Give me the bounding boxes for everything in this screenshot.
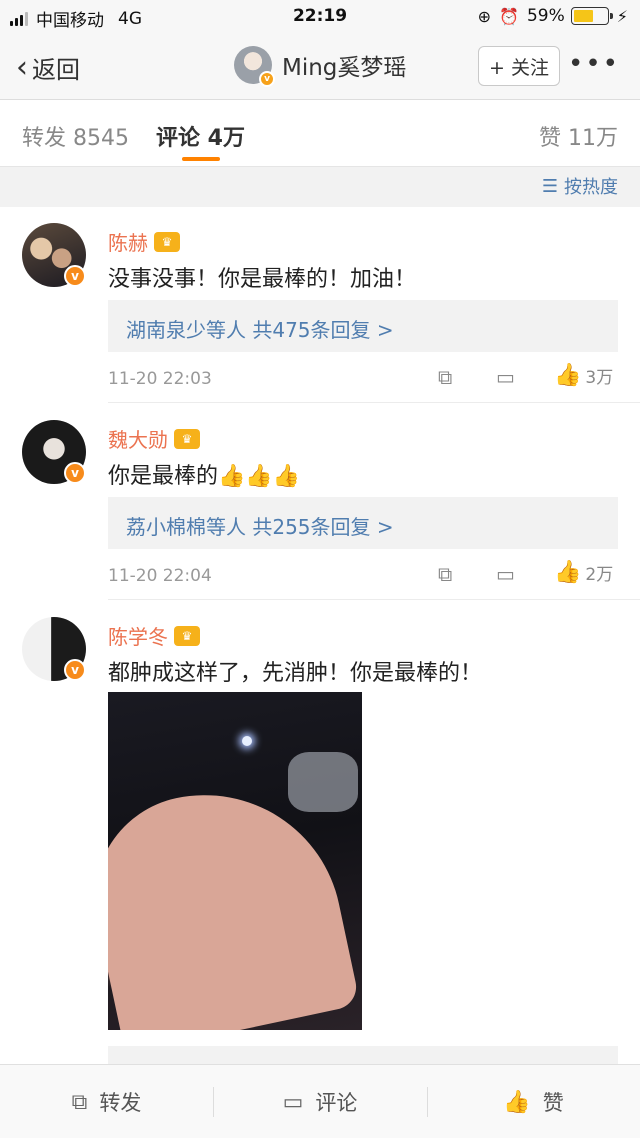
follow-button[interactable]: + 关注: [478, 46, 560, 86]
avatar[interactable]: v: [22, 223, 86, 287]
comment-author[interactable]: 陈学冬 ♛: [108, 621, 200, 650]
verified-badge-icon: v: [259, 71, 275, 87]
comment-icon: ▭: [282, 1089, 304, 1115]
thumbs-up-emoji: 👍👍👍: [218, 464, 301, 489]
vip-crown-icon: ♛: [174, 625, 200, 646]
chevron-left-icon: ‹: [16, 49, 28, 85]
verified-badge-icon: v: [64, 659, 86, 681]
divider: [108, 402, 640, 403]
avatar: v: [234, 46, 275, 87]
sort-bar: ☰ 按热度: [0, 167, 640, 207]
tab-indicator: [182, 157, 220, 161]
charging-icon: ⚡: [616, 6, 628, 26]
back-button[interactable]: ‹ 返回: [16, 50, 80, 85]
author-name: 陈赫: [108, 231, 148, 255]
reply-summary-text: 湖南泉少等人 共475条回复 >: [126, 318, 394, 342]
bottom-repost-label: 转发: [99, 1091, 142, 1115]
thumbs-up-icon: 👍: [554, 363, 582, 388]
comment-text: 都肿成这样了，先消肿！你是最棒的！: [108, 661, 483, 686]
bottom-repost-button[interactable]: ⧉ 转发: [0, 1065, 213, 1138]
rotation-lock-icon: ⊕: [477, 6, 492, 26]
avatar[interactable]: v: [22, 420, 86, 484]
repost-icon[interactable]: ⧉: [438, 562, 452, 586]
divider: [108, 599, 640, 600]
bottom-like-button[interactable]: 👍 赞: [427, 1065, 640, 1138]
verified-badge-icon: v: [64, 462, 86, 484]
comment-item: v 魏大勋 ♛ 你是最棒的👍👍👍 荔小棉棉等人 共255条回复 > 11-20 …: [0, 404, 640, 600]
reply-summary-text: 荔小棉棉等人 共255条回复 >: [126, 515, 394, 539]
battery-fill: [573, 10, 593, 22]
photo-light: [242, 736, 252, 746]
comment-time: 11-20 22:04: [108, 566, 212, 586]
thumbs-up-icon: 👍: [554, 560, 582, 585]
like-count: 2万: [585, 565, 614, 585]
verified-badge-icon: v: [64, 265, 86, 287]
comment-photo[interactable]: [108, 692, 362, 1030]
status-bar: 中国移动 4G 22:19 ⊕ ⏰ 59% ⚡: [0, 0, 640, 34]
vip-crown-icon: ♛: [174, 428, 200, 449]
bottom-like-label: 赞: [542, 1091, 564, 1115]
alarm-icon: ⏰: [499, 6, 519, 26]
comment-item: v 陈赫 ♛ 没事没事！你是最棒的！加油！ 湖南泉少等人 共475条回复 > 1…: [0, 207, 640, 403]
like-button[interactable]: 👍 2万: [554, 560, 613, 585]
nav-bar: ‹ 返回 v Ming奚梦瑶 + 关注 •••: [0, 34, 640, 100]
tab-repost[interactable]: 转发 8545: [22, 120, 129, 152]
avatar[interactable]: v: [22, 617, 86, 681]
bottom-comment-button[interactable]: ▭ 评论: [213, 1065, 427, 1138]
tab-like[interactable]: 赞 11万: [539, 120, 618, 152]
battery-percent: 59%: [526, 6, 565, 26]
photo-shoe: [288, 752, 358, 812]
comment-text: 没事没事！你是最棒的！加油！: [108, 267, 417, 292]
sort-icon: ☰: [541, 175, 558, 197]
tab-bar: 转发 8545 评论 4万 赞 11万: [0, 101, 640, 167]
nav-user[interactable]: v Ming奚梦瑶: [234, 46, 407, 87]
comment-time: 11-20 22:03: [108, 369, 212, 389]
author-name: 陈学冬: [108, 625, 168, 649]
reply-summary[interactable]: 荔小棉棉等人 共255条回复 >: [108, 497, 618, 549]
comment-icon[interactable]: ▭: [496, 365, 515, 389]
comment-text-content: 你是最棒的: [108, 464, 219, 489]
tab-comment[interactable]: 评论 4万: [156, 120, 245, 152]
battery-icon: [570, 7, 613, 25]
thumbs-up-icon: 👍: [503, 1089, 531, 1115]
comment-icon[interactable]: ▭: [496, 562, 515, 586]
comment-text: 你是最棒的👍👍👍: [108, 458, 300, 490]
like-button[interactable]: 👍 3万: [554, 363, 613, 388]
comment-author[interactable]: 陈赫 ♛: [108, 227, 180, 256]
bottom-action-bar: ⧉ 转发 ▭ 评论 👍 赞: [0, 1064, 640, 1138]
status-right: ⊕ ⏰ 59% ⚡: [478, 6, 628, 26]
more-icon[interactable]: •••: [568, 51, 620, 77]
vip-crown-icon: ♛: [154, 231, 180, 252]
sort-by-hot-button[interactable]: ☰ 按热度: [542, 173, 618, 199]
author-name: 魏大勋: [108, 428, 168, 452]
repost-icon: ⧉: [71, 1089, 88, 1115]
nav-username: Ming奚梦瑶: [282, 55, 407, 81]
like-count: 3万: [585, 368, 614, 388]
reply-summary[interactable]: 湖南泉少等人 共475条回复 >: [108, 300, 618, 352]
comment-author[interactable]: 魏大勋 ♛: [108, 424, 200, 453]
repost-icon[interactable]: ⧉: [438, 365, 452, 389]
bottom-comment-label: 评论: [315, 1091, 358, 1115]
back-label: 返回: [32, 56, 80, 84]
sort-label: 按热度: [564, 177, 618, 198]
